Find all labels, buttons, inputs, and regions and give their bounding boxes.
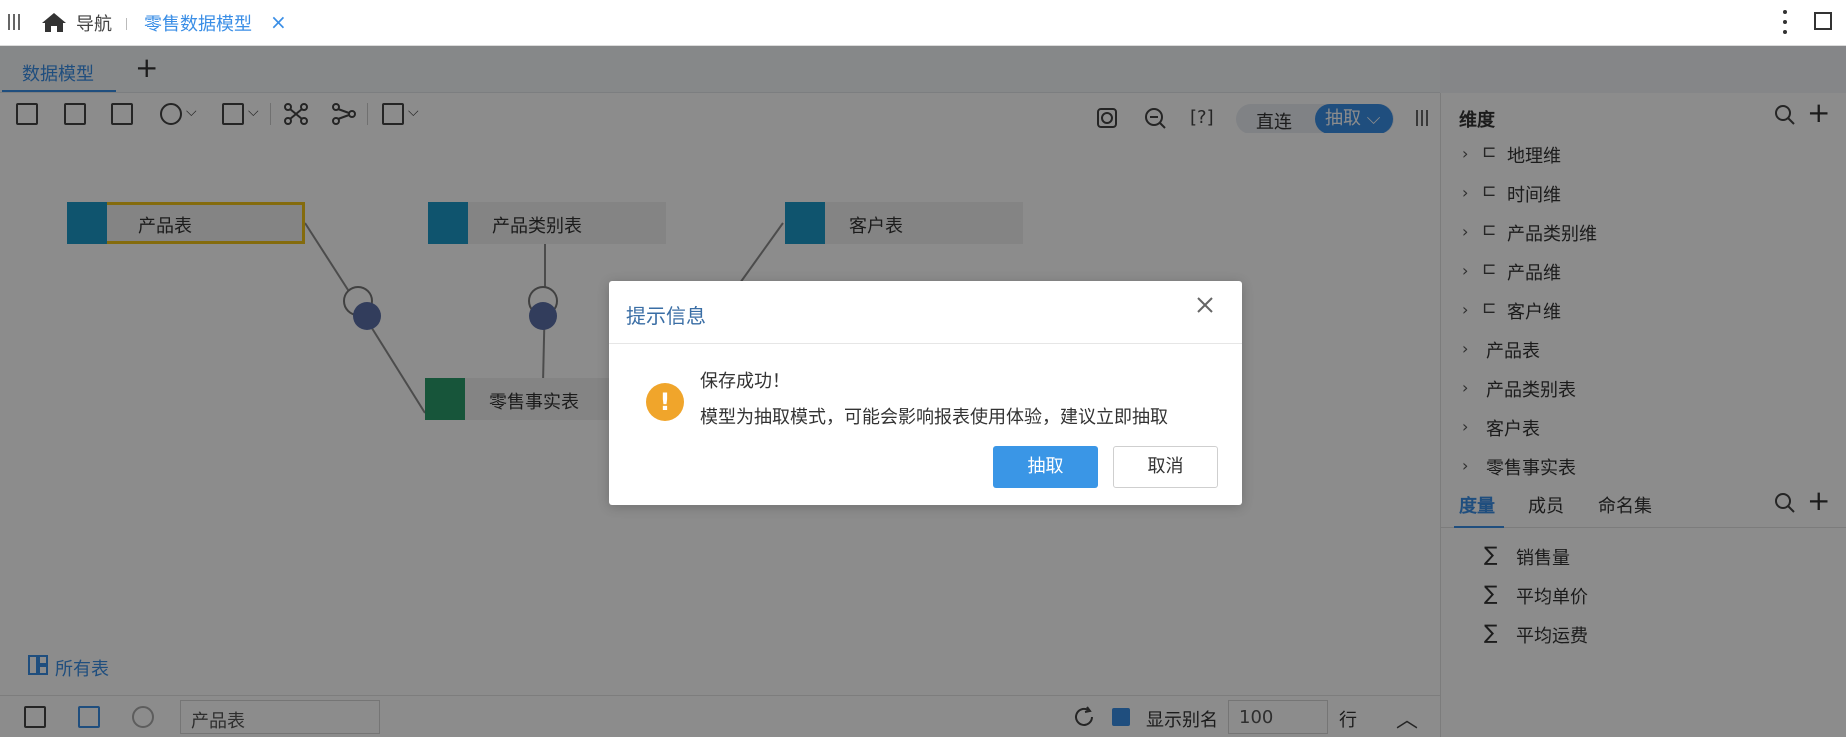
top-bar: 导航 零售数据模型 × bbox=[0, 0, 1846, 46]
extract-button[interactable]: 抽取 bbox=[993, 446, 1098, 488]
drag-handle-icon[interactable] bbox=[8, 14, 22, 30]
more-menu-icon[interactable] bbox=[1780, 8, 1790, 36]
dialog-message-title: 保存成功！ bbox=[700, 371, 790, 392]
tab-separator bbox=[126, 18, 127, 30]
close-tab-icon[interactable]: × bbox=[270, 10, 287, 34]
close-icon[interactable] bbox=[1194, 294, 1216, 316]
nav-link[interactable]: 导航 bbox=[76, 10, 112, 36]
dialog-title: 提示信息 bbox=[626, 304, 706, 328]
maximize-icon[interactable] bbox=[1814, 12, 1832, 30]
home-icon[interactable] bbox=[41, 11, 67, 33]
warning-icon: ! bbox=[646, 383, 684, 421]
dialog-message-body: 模型为抽取模式，可能会影响报表使用体验，建议立即抽取 bbox=[700, 407, 1168, 428]
dialog-divider bbox=[609, 343, 1242, 344]
tab-retail-model[interactable]: 零售数据模型 bbox=[144, 10, 252, 36]
cancel-button[interactable]: 取消 bbox=[1113, 446, 1218, 488]
